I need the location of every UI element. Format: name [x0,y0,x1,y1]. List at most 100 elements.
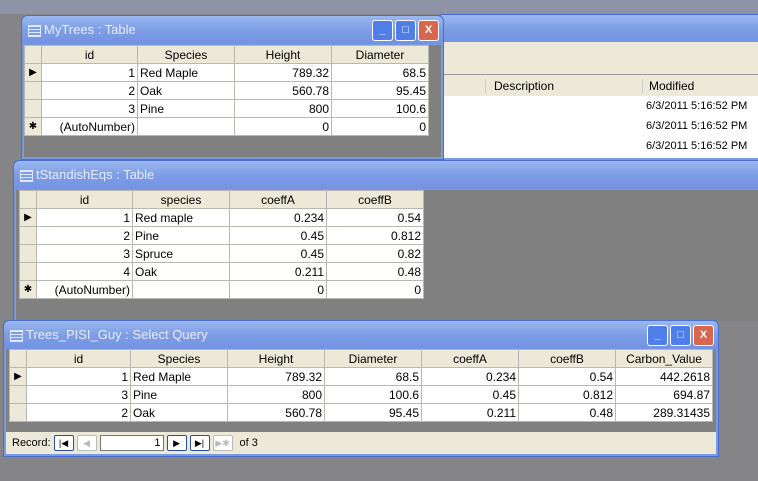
cell[interactable]: 0.45 [421,385,519,404]
cell[interactable]: 694.87 [615,385,713,404]
cell[interactable]: 0.82 [326,244,424,263]
select-all[interactable] [24,45,42,64]
row-selector[interactable] [24,81,42,100]
cell[interactable]: Red maple [132,208,230,227]
cell[interactable]: 0 [326,280,424,299]
next-record-button[interactable]: ▶ [166,435,187,451]
cell[interactable]: Pine [137,99,235,118]
table-row[interactable]: 2 Oak 560.78 95.45 [24,81,429,100]
cell[interactable]: 2 [26,403,131,422]
cell[interactable] [132,280,230,299]
column-header[interactable]: species [132,190,230,209]
new-record-button[interactable]: ▶✱ [212,435,233,451]
cell[interactable]: Spruce [132,244,230,263]
cell[interactable]: 789.32 [234,63,332,82]
column-header[interactable]: id [26,349,131,368]
maximize-button[interactable]: □ [670,325,691,346]
table-row[interactable]: 3 Pine 800 100.6 [24,99,429,118]
row-selector[interactable] [9,385,27,404]
cell[interactable]: Oak [132,262,230,281]
row-selector[interactable] [19,244,37,263]
cell[interactable]: 3 [26,385,131,404]
current-record-icon[interactable]: ▶ [9,367,27,386]
cell[interactable]: 100.6 [331,99,429,118]
column-modified[interactable]: Modified [642,79,694,93]
cell[interactable]: (AutoNumber) [41,117,138,136]
previous-record-button[interactable]: ◀ [76,435,97,451]
database-window-titlebar[interactable] [441,15,758,43]
column-header[interactable]: Height [227,349,325,368]
cell[interactable]: 68.5 [324,367,422,386]
row-selector[interactable] [24,99,42,118]
cell[interactable]: 800 [234,99,332,118]
cell[interactable]: 3 [41,99,138,118]
cell[interactable]: 0.234 [421,367,519,386]
table-row[interactable]: ▶ 1 Red maple 0.234 0.54 [19,208,424,227]
cell[interactable]: 0.234 [229,208,327,227]
cell[interactable]: 95.45 [324,403,422,422]
close-button[interactable]: X [693,325,714,346]
row-selector[interactable] [9,403,27,422]
table-row[interactable]: 3 Spruce 0.45 0.82 [19,244,424,263]
column-header[interactable]: id [41,45,138,64]
last-record-button[interactable]: ▶| [189,435,210,451]
cell[interactable]: 560.78 [234,81,332,100]
record-number-input[interactable]: 1 [99,435,164,451]
column-header[interactable]: Carbon_Value [615,349,713,368]
column-header[interactable]: id [36,190,133,209]
column-header[interactable]: coeffB [326,190,424,209]
cell[interactable]: 0.211 [421,403,519,422]
cell[interactable]: 2 [36,226,133,245]
maximize-button[interactable]: □ [395,20,416,41]
cell[interactable]: 1 [41,63,138,82]
cell[interactable]: Pine [132,226,230,245]
cell[interactable]: 800 [227,385,325,404]
new-record-row[interactable]: ✱ (AutoNumber) 0 0 [24,117,429,136]
window-titlebar[interactable]: Trees_PISI_Guy : Select Query _ □ X [4,321,718,349]
cell[interactable]: 0.211 [229,262,327,281]
cell[interactable]: 0.54 [518,367,616,386]
select-all[interactable] [19,190,37,209]
table-row[interactable]: 3 Pine 800 100.6 0.45 0.812 694.87 [9,385,713,404]
cell[interactable]: 560.78 [227,403,325,422]
column-header[interactable]: coeffB [518,349,616,368]
window-titlebar[interactable]: tStandishEqs : Table [14,161,758,189]
column-header[interactable]: Height [234,45,332,64]
column-header[interactable]: Diameter [331,45,429,64]
first-record-button[interactable]: |◀ [53,435,74,451]
column-header[interactable]: Species [137,45,235,64]
table-row[interactable]: ▶ 1 Red Maple 789.32 68.5 0.234 0.54 442.2618 [9,367,713,386]
cell[interactable]: Pine [130,385,228,404]
cell[interactable]: 1 [36,208,133,227]
cell[interactable]: Red Maple [130,367,228,386]
cell[interactable]: 0.54 [326,208,424,227]
new-record-row[interactable]: ✱ (AutoNumber) 0 0 [19,280,424,299]
cell[interactable]: 3 [36,244,133,263]
cell[interactable]: 0.812 [518,385,616,404]
column-header[interactable]: coeffA [421,349,519,368]
current-record-icon[interactable]: ▶ [19,208,37,227]
cell[interactable]: 2 [41,81,138,100]
cell[interactable]: 0.812 [326,226,424,245]
column-header[interactable]: Diameter [324,349,422,368]
table-row[interactable]: ▶ 1 Red Maple 789.32 68.5 [24,63,429,82]
cell[interactable] [137,117,235,136]
cell[interactable]: 95.45 [331,81,429,100]
select-all[interactable] [9,349,27,368]
cell[interactable]: 4 [36,262,133,281]
cell[interactable]: Oak [137,81,235,100]
minimize-button[interactable]: _ [647,325,668,346]
table-row[interactable]: 2 Pine 0.45 0.812 [19,226,424,245]
column-header[interactable]: Species [130,349,228,368]
cell[interactable]: 0.48 [326,262,424,281]
cell[interactable]: Oak [130,403,228,422]
cell[interactable]: (AutoNumber) [36,280,133,299]
cell[interactable]: 0 [331,117,429,136]
column-description[interactable]: Description [485,79,554,93]
cell[interactable]: 0.45 [229,244,327,263]
cell[interactable]: Red Maple [137,63,235,82]
new-record-icon[interactable]: ✱ [19,280,37,299]
table-row[interactable]: 4 Oak 0.211 0.48 [19,262,424,281]
cell[interactable]: 1 [26,367,131,386]
window-titlebar[interactable]: MyTrees : Table _ □ X [22,16,443,44]
